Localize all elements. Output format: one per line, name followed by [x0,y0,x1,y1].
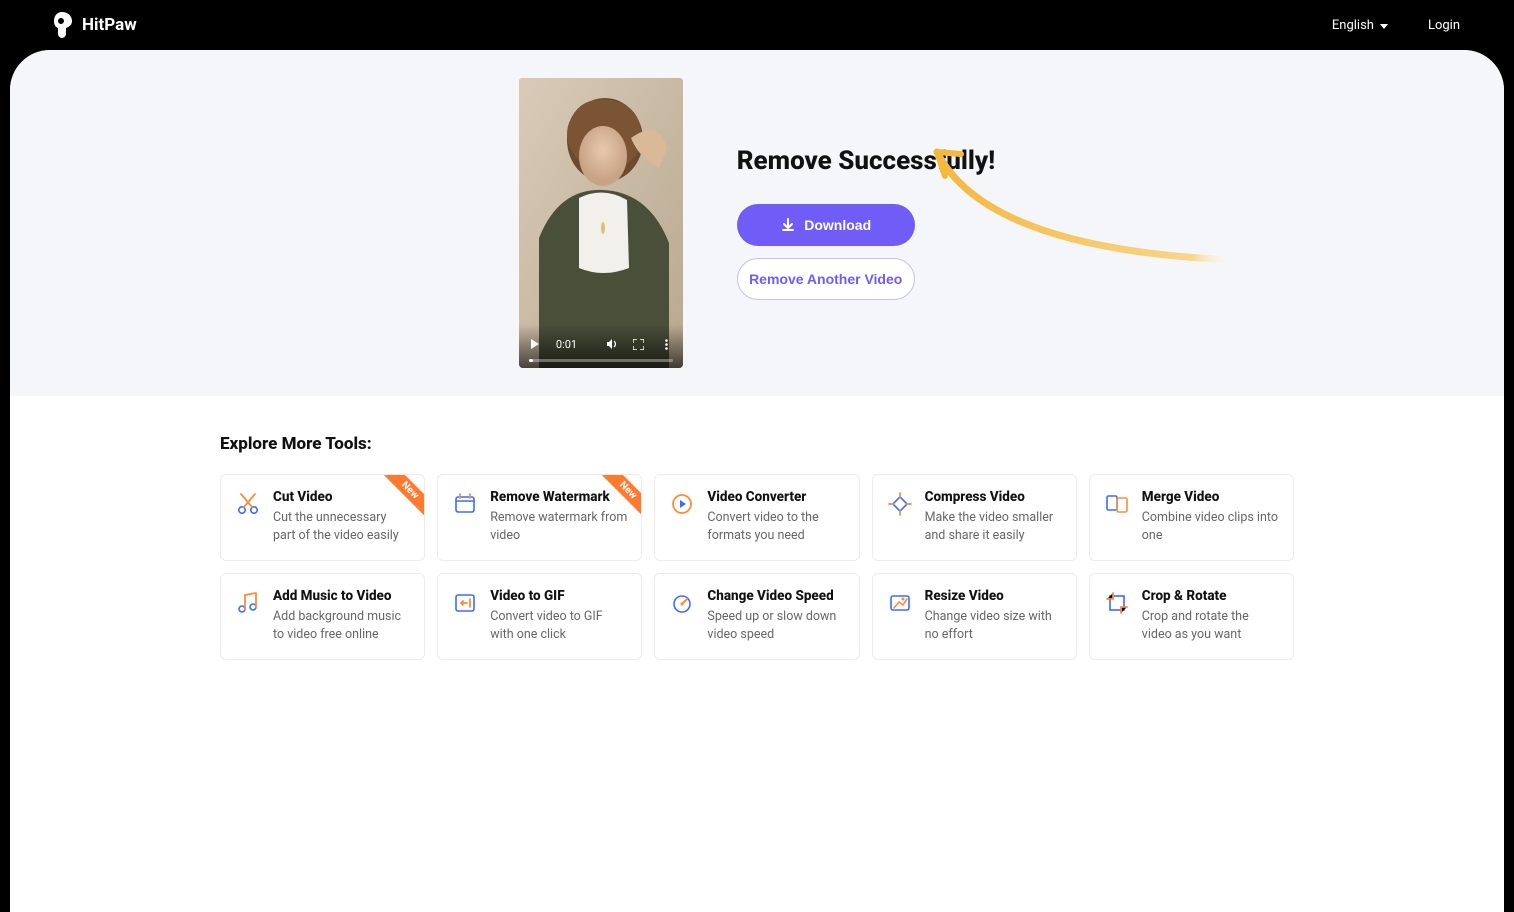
tool-title: Merge Video [1142,489,1279,505]
tool-desc: Make the video smaller and share it easi… [925,509,1062,544]
header: HitPaw English Login [0,0,1514,50]
tool-desc: Change video size with no effort [925,608,1062,643]
tools-section: Explore More Tools: Cut Video Cut the unn… [10,396,1504,660]
page: 0:01 Remov [10,50,1504,912]
tool-icon [887,590,913,616]
language-label: English [1332,18,1374,33]
tool-desc: Crop and rotate the video as you want [1142,608,1279,643]
brand[interactable]: HitPaw [54,12,137,38]
tool-card[interactable]: Crop & Rotate Crop and rotate the video a… [1089,573,1294,660]
brand-logo-icon [54,12,74,38]
download-button[interactable]: Download [737,204,915,246]
tool-desc: Speed up or slow down video speed [707,608,844,643]
tool-icon [669,491,695,517]
tool-desc: Remove watermark from video [490,509,627,544]
tool-icon [452,590,478,616]
tool-card[interactable]: Change Video Speed Speed up or slow down … [654,573,859,660]
video-preview[interactable]: 0:01 [519,78,683,368]
download-icon [780,217,796,233]
tool-card[interactable]: Merge Video Combine video clips into one [1089,474,1294,561]
tool-title: Crop & Rotate [1142,588,1279,604]
tool-card[interactable]: Compress Video Make the video smaller and… [872,474,1077,561]
tool-title: Resize Video [925,588,1062,604]
tools-heading: Explore More Tools: [220,434,1294,454]
tool-icon [235,590,261,616]
tool-desc: Convert video to GIF with one click [490,608,627,643]
tool-desc: Combine video clips into one [1142,509,1279,544]
tool-icon [669,590,695,616]
chevron-down-icon [1380,18,1388,33]
fullscreen-icon[interactable] [632,337,645,351]
volume-icon[interactable] [605,337,618,351]
tool-title: Video Converter [707,489,844,505]
tool-title: Compress Video [925,489,1062,505]
tool-icon [887,491,913,517]
tool-card[interactable]: Video Converter Convert video to the form… [654,474,859,561]
play-icon[interactable] [529,337,542,351]
tool-card[interactable]: Video to GIF Convert video to GIF with on… [437,573,642,660]
login-link[interactable]: Login [1428,18,1460,33]
tool-card[interactable]: Resize Video Change video size with no ef… [872,573,1077,660]
tool-icon [452,491,478,517]
language-selector[interactable]: English [1332,18,1388,33]
tool-title: Video to GIF [490,588,627,604]
tool-card[interactable]: Remove Watermark Remove watermark from vi… [437,474,642,561]
remove-another-button[interactable]: Remove Another Video [737,258,915,300]
hero-title: Remove Successfully! [737,146,996,176]
tool-title: Add Music to Video [273,588,410,604]
tool-title: Remove Watermark [490,489,627,505]
more-icon[interactable] [659,337,672,351]
tool-title: Cut Video [273,489,410,505]
video-progress[interactable] [529,359,673,362]
video-controls: 0:01 [519,324,683,368]
tool-card[interactable]: Add Music to Video Add background music t… [220,573,425,660]
tool-icon [235,491,261,517]
tool-card[interactable]: Cut Video Cut the unnecessary part of the… [220,474,425,561]
tool-icon [1104,491,1130,517]
tool-title: Change Video Speed [707,588,844,604]
brand-name: HitPaw [82,15,137,35]
tool-icon [1104,590,1130,616]
hero-section: 0:01 Remov [10,50,1504,396]
video-time: 0:01 [556,338,577,351]
tool-desc: Cut the unnecessary part of the video ea… [273,509,410,544]
tool-desc: Add background music to video free onlin… [273,608,410,643]
tool-desc: Convert video to the formats you need [707,509,844,544]
